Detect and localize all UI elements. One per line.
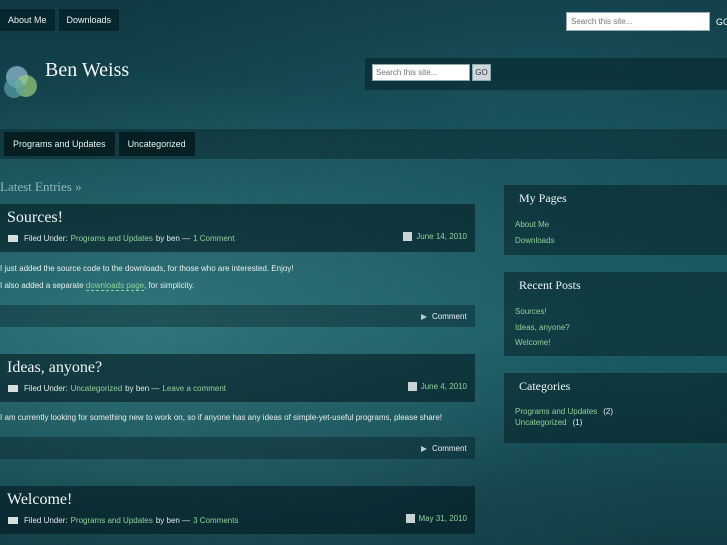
post-category-link[interactable]: Programs and Updates [71,516,153,525]
header-search-go-button[interactable]: GO [472,64,491,81]
arrow-right-icon [421,445,427,452]
widget-my-pages: My Pages About Me Downloads [504,185,727,255]
top-nav-about-me[interactable]: About Me [0,9,55,31]
header-search: GO [372,64,491,81]
category-item: Uncategorized (1) [515,418,582,427]
post-title[interactable]: Welcome! [7,491,72,509]
site-logo-icon [4,66,37,98]
top-nav-downloads[interactable]: Downloads [58,9,120,31]
category-count: (2) [603,407,614,416]
post-meta: Filed Under: Uncategorized by ben — Leav… [8,384,226,393]
category-tab-uncategorized[interactable]: Uncategorized [118,132,195,156]
widget-title: Categories [519,379,571,393]
folder-icon [8,517,18,524]
post-category-link[interactable]: Programs and Updates [71,234,153,243]
comment-bar [0,305,475,327]
header-search-input[interactable] [372,64,470,81]
post-body-line: I also added a separate downloads page, … [0,281,195,291]
post-meta: Filed Under: Programs and Updates by ben… [8,234,234,243]
calendar-icon [403,232,413,241]
folder-icon [8,385,18,392]
folder-icon [8,235,18,242]
arrow-right-icon [421,313,427,320]
post-body-line: I am currently looking for something new… [0,413,442,422]
comment-button[interactable]: Comment [421,444,467,453]
post-body-text: , for simplicity. [144,281,195,290]
post-comments-link[interactable]: Leave a comment [162,384,226,393]
widget-categories: Categories Programs and Updates (2) Uncat… [504,373,727,443]
post-date-text: June 14, 2010 [416,232,467,241]
widget-title: Recent Posts [519,278,581,292]
filed-under-label: Filed Under: [24,234,68,243]
calendar-icon [405,514,415,523]
post-date-text: May 31, 2010 [418,514,467,523]
post-body-text: I also added a separate [0,281,84,290]
post-header: Sources! Filed Under: Programs and Updat… [0,204,475,252]
post-date-text: June 4, 2010 [420,382,467,391]
post-category-link[interactable]: Uncategorized [71,384,123,393]
comment-button[interactable]: Comment [421,312,467,321]
post-author: by ben — [155,234,191,243]
post-title[interactable]: Ideas, anyone? [7,359,102,377]
sidebar-link-welcome[interactable]: Welcome! [515,338,550,347]
sidebar-link-about-me[interactable]: About Me [515,220,549,229]
comment-bar [0,437,475,459]
post-comments-link[interactable]: 1 Comment [193,234,234,243]
post-header: Ideas, anyone? Filed Under: Uncategorize… [0,354,475,402]
category-tab-programs-and-updates[interactable]: Programs and Updates [4,132,115,156]
top-search: GO [566,12,727,31]
sidebar-category-link[interactable]: Programs and Updates [515,407,597,416]
post-body-line: I just added the source code to the down… [0,264,294,273]
top-nav: About Me Downloads [0,9,120,31]
widget-recent-posts: Recent Posts Sources! Ideas, anyone? Wel… [504,272,727,356]
post-header: Welcome! Filed Under: Programs and Updat… [0,486,475,534]
category-nav: Programs and Updates Uncategorized [4,132,195,156]
post-meta: Filed Under: Programs and Updates by ben… [8,516,238,525]
filed-under-label: Filed Under: [24,384,68,393]
category-item: Programs and Updates (2) [515,407,613,416]
top-search-input[interactable] [566,12,710,31]
sidebar-category-link[interactable]: Uncategorized [515,418,567,427]
latest-entries-heading: Latest Entries » [0,179,82,194]
post-author: by ben — [155,516,191,525]
post-title[interactable]: Sources! [7,209,63,227]
sidebar-link-downloads[interactable]: Downloads [515,236,555,245]
calendar-icon [407,382,417,391]
post-date: May 31, 2010 [405,514,467,523]
site-title[interactable]: Ben Weiss [45,59,129,82]
sidebar-link-sources[interactable]: Sources! [515,307,547,316]
post-date: June 4, 2010 [407,382,467,391]
post-date: June 14, 2010 [403,232,467,241]
post-comments-link[interactable]: 3 Comments [193,516,238,525]
sidebar-link-ideas-anyone[interactable]: Ideas, anyone? [515,323,570,332]
widget-title: My Pages [519,191,567,205]
comment-label: Comment [432,444,467,453]
post-author: by ben — [125,384,160,393]
filed-under-label: Filed Under: [24,516,68,525]
downloads-page-link[interactable]: downloads page [85,281,145,291]
comment-label: Comment [432,312,467,321]
top-search-go-button[interactable]: GO [716,17,727,27]
category-count: (1) [572,418,583,427]
